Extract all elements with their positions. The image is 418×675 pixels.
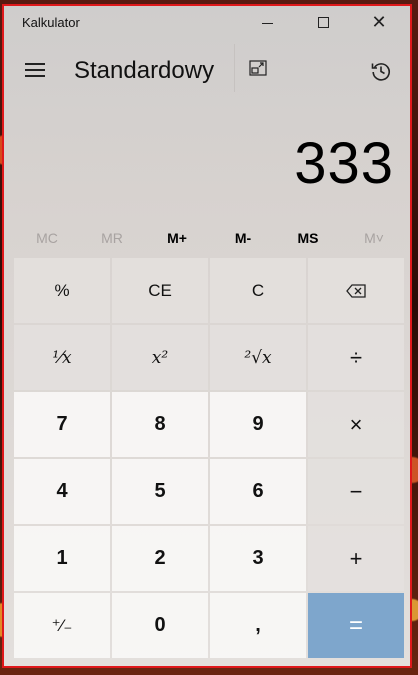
backspace-button[interactable] xyxy=(308,258,404,323)
memory-row: MC MR M+ M- MS M˅ xyxy=(4,226,410,254)
digit-3-button[interactable]: 3 xyxy=(210,526,306,591)
window-title: Kalkulator xyxy=(22,15,80,30)
hamburger-icon[interactable] xyxy=(25,63,45,77)
digit-1-button[interactable]: 1 xyxy=(14,526,110,591)
memory-list-button: M˅ xyxy=(364,230,384,246)
square-button[interactable]: x² xyxy=(112,325,208,390)
history-icon[interactable] xyxy=(370,60,392,82)
decimal-button[interactable]: , xyxy=(210,593,306,658)
digit-4-button[interactable]: 4 xyxy=(14,459,110,524)
digit-0-button[interactable]: 0 xyxy=(112,593,208,658)
compact-overlay-icon xyxy=(249,60,267,76)
equals-button[interactable]: = xyxy=(308,593,404,658)
subtract-button[interactable]: − xyxy=(308,459,404,524)
memory-clear-button: MC xyxy=(36,230,58,246)
close-icon: ✕ xyxy=(371,12,387,32)
result-display: 333 xyxy=(294,131,394,196)
memory-subtract-button[interactable]: M- xyxy=(209,230,277,246)
digit-6-button[interactable]: 6 xyxy=(210,459,306,524)
keypad: % CE C ¹⁄x x² ²√x ÷ 7 8 9 × 4 5 6 − 1 2 … xyxy=(14,258,408,666)
digit-2-button[interactable]: 2 xyxy=(112,526,208,591)
calculator-mode-title: Standardowy xyxy=(74,57,215,84)
digit-9-button[interactable]: 9 xyxy=(210,392,306,457)
clear-button[interactable]: C xyxy=(210,258,306,323)
maximize-icon xyxy=(317,16,329,28)
title-bar[interactable]: Kalkulator ✕ xyxy=(4,6,410,38)
multiply-button[interactable]: × xyxy=(308,392,404,457)
maximize-button[interactable] xyxy=(300,6,346,38)
memory-store-button[interactable]: MS xyxy=(274,230,342,246)
backspace-icon xyxy=(346,283,366,298)
calculator-window: Kalkulator ✕ Standardowy 333 MC MR M+ M-… xyxy=(2,4,412,668)
close-button[interactable]: ✕ xyxy=(356,6,402,38)
percent-button[interactable]: % xyxy=(14,258,110,323)
add-button[interactable]: + xyxy=(308,526,404,591)
reciprocal-button[interactable]: ¹⁄x xyxy=(14,325,110,390)
clear-entry-button[interactable]: CE xyxy=(112,258,208,323)
digit-5-button[interactable]: 5 xyxy=(112,459,208,524)
digit-8-button[interactable]: 8 xyxy=(112,392,208,457)
divide-button[interactable]: ÷ xyxy=(308,325,404,390)
digit-7-button[interactable]: 7 xyxy=(14,392,110,457)
compact-overlay-button[interactable] xyxy=(234,44,278,92)
minimize-icon xyxy=(261,22,273,24)
negate-button[interactable]: ⁺⁄₋ xyxy=(14,593,110,658)
memory-recall-button: MR xyxy=(101,230,123,246)
minimize-button[interactable] xyxy=(244,6,290,38)
square-root-button[interactable]: ²√x xyxy=(210,325,306,390)
memory-add-button[interactable]: M+ xyxy=(143,230,211,246)
